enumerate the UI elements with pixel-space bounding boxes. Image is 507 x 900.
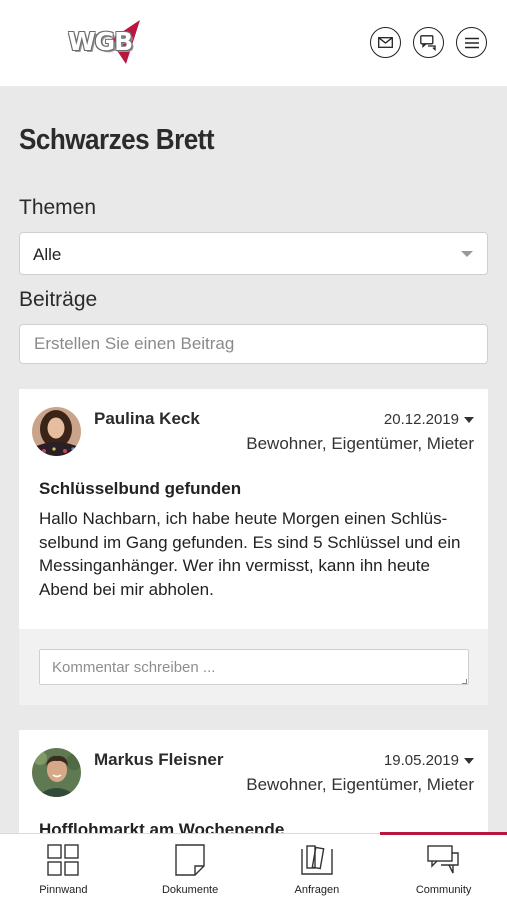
nav-item-community[interactable]: Community bbox=[380, 832, 507, 900]
caret-down-icon bbox=[464, 416, 474, 423]
post-card: Paulina Keck 20.12.2019 Bewohner, Eigent… bbox=[19, 389, 488, 705]
post-date-text: 19.05.2019 bbox=[383, 752, 459, 769]
comment-area bbox=[19, 629, 488, 705]
post-roles: Bewohner, Eigentümer, Mieter bbox=[246, 434, 474, 453]
topics-select-value: Alle bbox=[33, 245, 62, 264]
chat-button[interactable] bbox=[413, 27, 444, 58]
wgb-logo[interactable]: WGB bbox=[66, 18, 146, 66]
post-date[interactable]: 20.12.2019 bbox=[384, 411, 474, 428]
logo-text: WGB bbox=[68, 27, 133, 56]
nav-item-dokumente[interactable]: Dokumente bbox=[127, 834, 254, 900]
nav-item-anfragen[interactable]: Anfragen bbox=[254, 834, 381, 900]
nav-label: Pinnwand bbox=[39, 884, 88, 896]
menu-icon bbox=[464, 37, 479, 48]
chevron-down-icon bbox=[461, 251, 473, 257]
avatar-woman-icon bbox=[32, 407, 81, 456]
posts-label: Beiträge bbox=[19, 288, 98, 311]
post-date[interactable]: 19.05.2019 bbox=[384, 752, 474, 769]
post-date-text: 20.12.2019 bbox=[383, 411, 459, 428]
main-content[interactable]: Schwarzes Brett Themen Alle Beiträge Pau… bbox=[0, 86, 507, 833]
caret-down-icon bbox=[464, 757, 474, 764]
post-title: Hofflohmarkt am Wochenende bbox=[39, 820, 285, 833]
nav-label: Community bbox=[415, 884, 472, 896]
post-card: Markus Fleisner 19.05.2019 Bewohner, Eig… bbox=[19, 730, 488, 833]
grid-icon bbox=[47, 844, 80, 876]
post-author[interactable]: Paulina Keck bbox=[94, 409, 200, 429]
inquiries-icon bbox=[301, 845, 333, 875]
menu-button[interactable] bbox=[456, 27, 487, 58]
messages-button[interactable] bbox=[370, 27, 401, 58]
avatar[interactable] bbox=[32, 407, 81, 456]
resize-grip-icon[interactable] bbox=[462, 679, 467, 684]
post-roles: Bewohner, Eigentümer, Mieter bbox=[246, 775, 474, 794]
chat-icon bbox=[419, 34, 436, 51]
top-bar: WGB bbox=[0, 0, 507, 86]
nav-label: Dokumente bbox=[161, 884, 219, 896]
topics-select[interactable]: Alle bbox=[19, 232, 488, 275]
topics-label: Themen bbox=[19, 196, 97, 219]
nav-item-pinnwand[interactable]: Pinnwand bbox=[0, 834, 127, 900]
nav-label: Anfragen bbox=[294, 884, 340, 896]
post-author[interactable]: Markus Fleisner bbox=[94, 750, 223, 770]
avatar-man-icon bbox=[32, 748, 81, 797]
create-post-input[interactable] bbox=[19, 324, 488, 364]
comment-input[interactable] bbox=[39, 649, 469, 685]
community-icon bbox=[426, 845, 459, 874]
mail-icon bbox=[378, 37, 393, 48]
post-body: Hallo Nachbarn, ich habe heute Morgen ei… bbox=[39, 509, 461, 599]
avatar[interactable] bbox=[32, 748, 81, 797]
page-title: Schwarzes Brett bbox=[19, 124, 215, 156]
post-title: Schlüsselbund gefunden bbox=[39, 479, 242, 498]
bottom-nav: Pinnwand Dokumente Anfragen Community bbox=[0, 832, 507, 900]
document-icon bbox=[175, 844, 205, 876]
